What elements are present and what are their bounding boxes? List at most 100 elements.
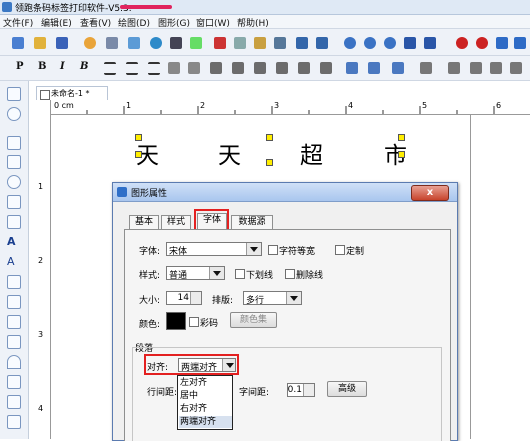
zoom-page-icon[interactable] <box>404 37 416 49</box>
align-left-icon[interactable] <box>104 62 116 75</box>
barcode-icon[interactable] <box>170 37 182 49</box>
style-select[interactable]: 普通 <box>166 266 225 281</box>
spacing-icon[interactable] <box>210 62 222 74</box>
bold-button[interactable]: B <box>38 61 46 72</box>
layer-icon[interactable] <box>496 37 508 49</box>
backward-icon[interactable] <box>510 62 522 74</box>
canvas-text-char[interactable]: 超 <box>300 136 323 170</box>
align-center-icon[interactable] <box>126 62 138 75</box>
abc-icon[interactable] <box>188 62 200 74</box>
menu-view[interactable]: 查看(V) <box>80 16 111 29</box>
hide-icon[interactable] <box>476 37 488 49</box>
table-tool-icon[interactable] <box>7 315 21 329</box>
align-option-center[interactable]: 居中 <box>179 390 232 402</box>
document-tab[interactable]: 未命名-1 * <box>36 86 108 101</box>
strikeout-checkbox[interactable] <box>285 269 295 279</box>
spinner-arrows-icon[interactable] <box>190 292 201 304</box>
menu-edit[interactable]: 编辑(E) <box>41 16 72 29</box>
align-option-left[interactable]: 左对齐 <box>179 377 232 389</box>
format-p-button[interactable]: P <box>16 61 24 72</box>
monospace-checkbox[interactable] <box>268 245 278 255</box>
barcode-tool-icon[interactable] <box>7 275 21 289</box>
menu-window[interactable]: 窗口(W) <box>196 16 230 29</box>
center-icon[interactable] <box>320 62 332 74</box>
underline-checkbox[interactable] <box>235 269 245 279</box>
menu-draw[interactable]: 绘图(D) <box>118 16 150 29</box>
selection-handle[interactable] <box>398 151 405 158</box>
line-icon[interactable] <box>7 136 21 150</box>
group-icon[interactable] <box>346 62 358 74</box>
canvas-text-char[interactable]: 天 <box>218 136 241 170</box>
paste-icon[interactable] <box>254 37 266 49</box>
close-button[interactable]: x <box>411 185 449 201</box>
curve-tool-icon[interactable] <box>7 335 21 349</box>
stack-icon[interactable] <box>420 62 432 74</box>
color-swatch[interactable] <box>166 312 186 330</box>
colorcode-checkbox[interactable] <box>189 317 199 327</box>
text-icon[interactable]: A <box>7 235 21 249</box>
cascade-icon[interactable] <box>274 37 286 49</box>
pointer-icon[interactable] <box>7 87 21 101</box>
rich-text-icon[interactable]: A <box>7 255 21 269</box>
font-select[interactable]: 宋体 <box>166 242 262 257</box>
zoom-out-icon[interactable] <box>364 37 376 49</box>
tab-style[interactable]: 样式 <box>161 215 191 230</box>
settings-icon[interactable] <box>84 37 96 49</box>
cut-icon[interactable] <box>214 37 226 49</box>
rectangle-icon[interactable] <box>7 155 21 169</box>
menu-shape[interactable]: 图形(G) <box>158 16 190 29</box>
redo-icon[interactable] <box>316 37 328 49</box>
picture-icon[interactable] <box>7 215 21 229</box>
ungroup-icon[interactable] <box>368 62 380 74</box>
align-top-icon[interactable] <box>298 62 310 74</box>
eye-icon[interactable] <box>456 37 468 49</box>
align-bottom-icon[interactable] <box>276 62 288 74</box>
image-icon[interactable] <box>7 195 21 209</box>
align-option-right[interactable]: 右对齐 <box>179 403 232 415</box>
grid-icon[interactable] <box>190 37 202 49</box>
bold-italic-button[interactable]: B <box>80 61 88 72</box>
selection-handle[interactable] <box>398 134 405 141</box>
zoom-actual-icon[interactable] <box>424 37 436 49</box>
preview-icon[interactable] <box>128 37 140 49</box>
selection-handle[interactable] <box>135 151 142 158</box>
distribute-v-icon[interactable] <box>254 62 266 74</box>
tab-basic[interactable]: 基本 <box>129 215 159 230</box>
ellipse-icon[interactable] <box>7 175 21 189</box>
size-spinner[interactable]: 14 <box>166 291 202 305</box>
arc-tool-icon[interactable] <box>7 355 21 369</box>
open-icon[interactable] <box>34 37 46 49</box>
qrcode-tool-icon[interactable] <box>7 295 21 309</box>
copy-icon[interactable] <box>234 37 246 49</box>
link-icon[interactable] <box>392 62 404 74</box>
selection-handle[interactable] <box>266 159 273 166</box>
forward-icon[interactable] <box>490 62 502 74</box>
polygon-tool-icon[interactable] <box>7 415 21 429</box>
selection-handle[interactable] <box>266 134 273 141</box>
shape-tool-icon[interactable] <box>7 375 21 389</box>
charspacing-spinner[interactable]: 0.1 <box>287 383 315 397</box>
menu-help[interactable]: 帮助(H) <box>237 16 269 29</box>
triangle-tool-icon[interactable] <box>7 395 21 409</box>
layer2-icon[interactable] <box>514 37 526 49</box>
bring-front-icon[interactable] <box>448 62 460 74</box>
align-option-justify[interactable]: 两端对齐 <box>179 416 232 428</box>
zoom-in-icon[interactable] <box>344 37 356 49</box>
database-icon[interactable] <box>150 37 162 49</box>
spinner-arrows-icon[interactable] <box>303 384 314 396</box>
distribute-h-icon[interactable] <box>232 62 244 74</box>
send-back-icon[interactable] <box>470 62 482 74</box>
undo-icon[interactable] <box>296 37 308 49</box>
hand-icon[interactable] <box>7 107 21 121</box>
abc-vertical-icon[interactable] <box>168 62 180 74</box>
layout-select[interactable]: 多行 <box>243 291 302 306</box>
zoom-fit-icon[interactable] <box>384 37 396 49</box>
tab-datasource[interactable]: 数据源 <box>231 215 273 230</box>
new-icon[interactable] <box>12 37 24 49</box>
selection-handle[interactable] <box>135 134 142 141</box>
colorset-button[interactable]: 颜色集 <box>230 312 277 328</box>
italic-button[interactable]: I <box>60 61 65 72</box>
align-right-icon[interactable] <box>148 62 160 75</box>
custom-checkbox[interactable] <box>335 245 345 255</box>
print-icon[interactable] <box>106 37 118 49</box>
